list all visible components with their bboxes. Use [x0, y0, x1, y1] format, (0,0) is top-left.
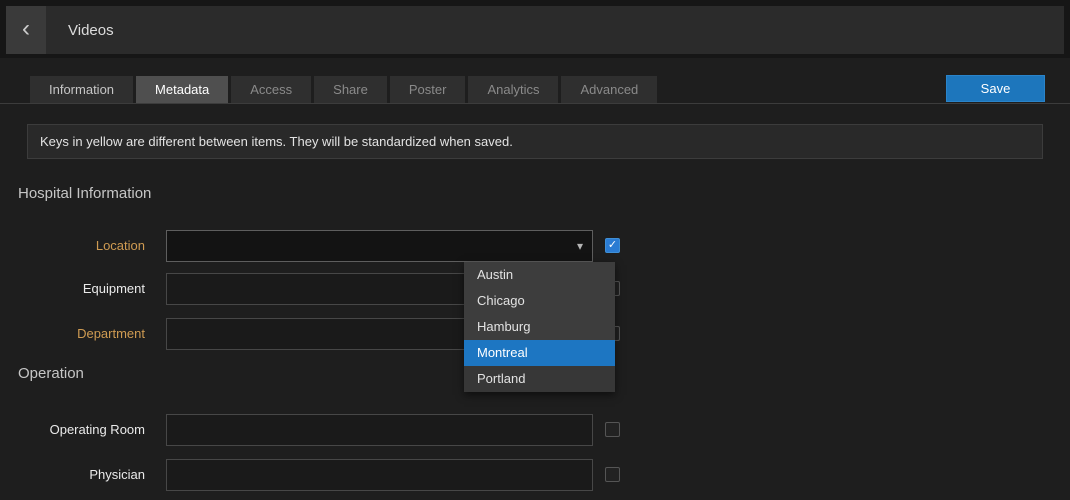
dropdown-option-chicago[interactable]: Chicago [464, 288, 615, 314]
section-title-hospital-information: Hospital Information [18, 185, 151, 202]
save-button[interactable]: Save [946, 75, 1045, 102]
dropdown-option-portland[interactable]: Portland [464, 366, 615, 392]
chevron-down-icon: ▾ [577, 239, 583, 253]
tab-bar: Information Metadata Access Share Poster… [30, 76, 657, 103]
tab-share[interactable]: Share [314, 76, 387, 103]
location-select[interactable]: ▾ [166, 230, 593, 262]
location-dropdown: Austin Chicago Hamburg Montreal Portland [464, 262, 615, 392]
tab-metadata[interactable]: Metadata [136, 76, 228, 103]
field-row-location: Location ▾ ✓ [0, 229, 620, 262]
check-icon: ✓ [608, 240, 617, 251]
physician-label: Physician [0, 467, 166, 482]
section-title-operation: Operation [18, 365, 84, 382]
tab-access[interactable]: Access [231, 76, 311, 103]
dropdown-option-montreal[interactable]: Montreal [464, 340, 615, 366]
department-label: Department [0, 326, 166, 341]
notice-banner: Keys in yellow are different between ite… [27, 124, 1043, 159]
back-button[interactable]: ‹ [6, 6, 46, 54]
field-row-physician: Physician [0, 458, 620, 491]
header: ‹ Videos [6, 6, 1064, 54]
page-title: Videos [68, 22, 114, 39]
field-row-operating-room: Operating Room [0, 413, 620, 446]
equipment-label: Equipment [0, 281, 166, 296]
tab-divider [0, 103, 1070, 104]
operating-room-input[interactable] [166, 414, 593, 446]
operating-room-checkbox[interactable] [605, 422, 620, 437]
tab-advanced[interactable]: Advanced [561, 76, 657, 103]
metadata-editor-screen: ‹ Videos Information Metadata Access Sha… [0, 0, 1070, 500]
location-checkbox[interactable]: ✓ [605, 238, 620, 253]
physician-checkbox[interactable] [605, 467, 620, 482]
location-label: Location [0, 238, 166, 253]
tab-poster[interactable]: Poster [390, 76, 466, 103]
dropdown-option-austin[interactable]: Austin [464, 262, 615, 288]
notice-text: Keys in yellow are different between ite… [28, 134, 513, 149]
back-chevron-icon: ‹ [22, 17, 30, 41]
operating-room-label: Operating Room [0, 422, 166, 437]
tab-information[interactable]: Information [30, 76, 133, 103]
dropdown-option-hamburg[interactable]: Hamburg [464, 314, 615, 340]
physician-input[interactable] [166, 459, 593, 491]
tab-analytics[interactable]: Analytics [468, 76, 558, 103]
